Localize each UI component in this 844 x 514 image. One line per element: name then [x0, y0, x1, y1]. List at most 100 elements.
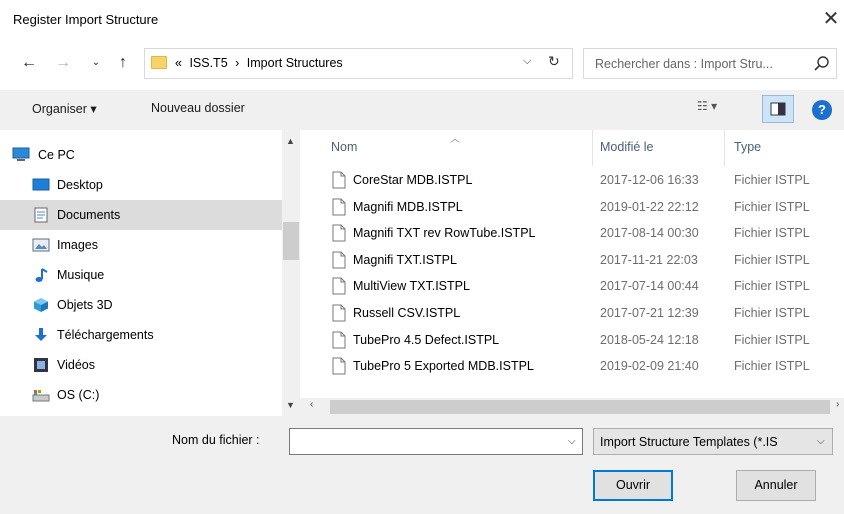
address-dropdown-chevron-icon[interactable]: ⌵ [523, 55, 531, 68]
file-type-filter-select[interactable]: Import Structure Templates (*.IS ⌵ [593, 428, 833, 455]
filename-input[interactable]: ⌵ [289, 428, 583, 455]
computer-icon [12, 147, 30, 161]
downloads-icon [35, 328, 47, 341]
file-name: Russell CSV.ISTPL [353, 306, 461, 320]
file-name: Magnifi TXT.ISTPL [353, 253, 457, 267]
preview-pane-button[interactable] [762, 95, 794, 123]
file-row[interactable]: MultiView TXT.ISTPL 2017-07-14 00:44 Fichi… [325, 275, 844, 298]
file-type: Fichier ISTPL [734, 253, 810, 267]
search-input[interactable]: Rechercher dans : Import Stru... [595, 57, 773, 71]
file-name: Magnifi MDB.ISTPL [353, 200, 463, 214]
scroll-left-icon[interactable]: ‹ [310, 399, 313, 410]
view-options-icon[interactable]: ☷ ▾ [697, 99, 717, 113]
nav-label: Ce PC [38, 148, 75, 162]
file-icon [332, 224, 346, 242]
nav-item-this-pc[interactable]: Ce PC [0, 140, 282, 170]
preview-pane-icon [770, 102, 786, 116]
address-bar[interactable]: « ISS.T5 › Import Structures ⌵ ↻ [144, 48, 573, 79]
open-button[interactable]: Ouvrir [593, 470, 673, 501]
column-header-modified[interactable]: Modifié le [600, 140, 654, 154]
scroll-up-icon[interactable]: ▲ [286, 136, 295, 146]
column-separator[interactable] [592, 130, 593, 166]
back-arrow-icon[interactable]: ← [18, 52, 40, 74]
file-row[interactable]: Magnifi TXT rev RowTube.ISTPL 2017-08-14 … [325, 222, 844, 245]
file-type-filter-value: Import Structure Templates (*.IS [600, 435, 778, 449]
nav-item-downloads[interactable]: Téléchargements [0, 320, 282, 350]
file-icon [332, 277, 346, 295]
file-row[interactable]: Magnifi MDB.ISTPL 2019-01-22 22:12 Fichier… [325, 196, 844, 219]
up-arrow-icon[interactable]: ↑ [112, 52, 134, 74]
file-name: TubePro 4.5 Defect.ISTPL [353, 333, 500, 347]
nav-item-os-drive[interactable]: OS (C:) [0, 380, 282, 410]
column-header-type[interactable]: Type [734, 140, 761, 154]
nav-item-music[interactable]: Musique [0, 260, 282, 290]
command-bar: Organiser ▾ Nouveau dossier ☷ ▾ ? [0, 90, 844, 130]
drive-icon [32, 390, 50, 402]
nav-label: Objets 3D [57, 298, 113, 312]
nav-item-desktop[interactable]: Desktop [0, 170, 282, 200]
column-separator[interactable] [724, 130, 725, 166]
nav-scrollbar[interactable]: ▲ ▼ [282, 130, 300, 416]
file-type: Fichier ISTPL [734, 333, 810, 347]
desktop-icon [32, 178, 50, 191]
folder-icon [151, 56, 167, 69]
new-folder-button[interactable]: Nouveau dossier [151, 101, 245, 115]
file-modified: 2018-05-24 12:18 [600, 333, 699, 347]
breadcrumb-separator[interactable]: › [235, 56, 239, 70]
file-name: Magnifi TXT rev RowTube.ISTPL [353, 226, 536, 240]
file-row[interactable]: TubePro 5 Exported MDB.ISTPL 2019-02-09 2… [325, 355, 844, 378]
nav-label: OS (C:) [57, 388, 100, 402]
forward-arrow-icon[interactable]: → [52, 52, 74, 74]
filter-dropdown-chevron-icon: ⌵ [817, 436, 825, 447]
documents-icon [34, 207, 48, 223]
nav-label: Musique [57, 268, 105, 282]
help-icon[interactable]: ? [812, 100, 832, 120]
organize-button[interactable]: Organiser ▾ [32, 101, 97, 116]
close-icon[interactable]: ✕ [818, 6, 844, 32]
search-icon[interactable] [812, 54, 832, 74]
file-name: CoreStar MDB.ISTPL [353, 173, 473, 187]
breadcrumb-item-iss-t5[interactable]: ISS.T5 [189, 56, 227, 70]
cancel-button[interactable]: Annuler [736, 470, 816, 501]
nav-label: Vidéos [57, 358, 95, 372]
window-title: Register Import Structure [13, 12, 159, 27]
file-type: Fichier ISTPL [734, 226, 810, 240]
breadcrumb: « ISS.T5 › Import Structures [175, 56, 347, 70]
file-row[interactable]: Russell CSV.ISTPL 2017-07-21 12:39 Fichier… [325, 302, 844, 325]
file-modified: 2017-12-06 16:33 [600, 173, 699, 187]
breadcrumb-item-import-structures[interactable]: Import Structures [247, 56, 343, 70]
scroll-down-icon[interactable]: ▼ [286, 400, 295, 410]
breadcrumb-overflow[interactable]: « [175, 56, 182, 70]
images-icon [32, 238, 50, 252]
file-icon [332, 357, 346, 375]
nav-label: Documents [57, 208, 121, 222]
file-modified: 2017-08-14 00:30 [600, 226, 699, 240]
scroll-right-icon[interactable]: › [836, 399, 839, 410]
column-header-name[interactable]: Nom [331, 140, 357, 154]
file-row[interactable]: Magnifi TXT.ISTPL 2017-11-21 22:03 Fichier… [325, 249, 844, 272]
file-icon [332, 304, 346, 322]
nav-item-images[interactable]: Images [0, 230, 282, 260]
filename-dropdown-chevron-icon[interactable]: ⌵ [568, 436, 576, 447]
file-type: Fichier ISTPL [734, 200, 810, 214]
search-box[interactable]: Rechercher dans : Import Stru... [583, 48, 837, 79]
music-icon [35, 268, 48, 282]
file-modified: 2017-07-14 00:44 [600, 279, 699, 293]
horizontal-scrollbar-thumb[interactable] [330, 400, 830, 414]
file-row[interactable]: TubePro 4.5 Defect.ISTPL 2018-05-24 12:18… [325, 329, 844, 352]
nav-scrollbar-thumb[interactable] [283, 222, 299, 260]
sort-caret-icon: ︿ [450, 134, 460, 145]
nav-label: Téléchargements [57, 328, 154, 342]
file-modified: 2019-01-22 22:12 [600, 200, 699, 214]
recent-locations-chevron-icon[interactable]: ⌄ [85, 52, 107, 74]
file-name: MultiView TXT.ISTPL [353, 279, 470, 293]
3d-objects-icon [34, 298, 48, 312]
refresh-icon[interactable]: ↻ [548, 53, 560, 70]
file-row[interactable]: CoreStar MDB.ISTPL 2017-12-06 16:33 Fichie… [325, 169, 844, 192]
nav-item-3d-objects[interactable]: Objets 3D [0, 290, 282, 320]
file-icon [332, 251, 346, 269]
nav-item-documents[interactable]: Documents [0, 200, 282, 230]
file-icon [332, 198, 346, 216]
nav-item-videos[interactable]: Vidéos [0, 350, 282, 380]
file-modified: 2017-07-21 12:39 [600, 306, 699, 320]
